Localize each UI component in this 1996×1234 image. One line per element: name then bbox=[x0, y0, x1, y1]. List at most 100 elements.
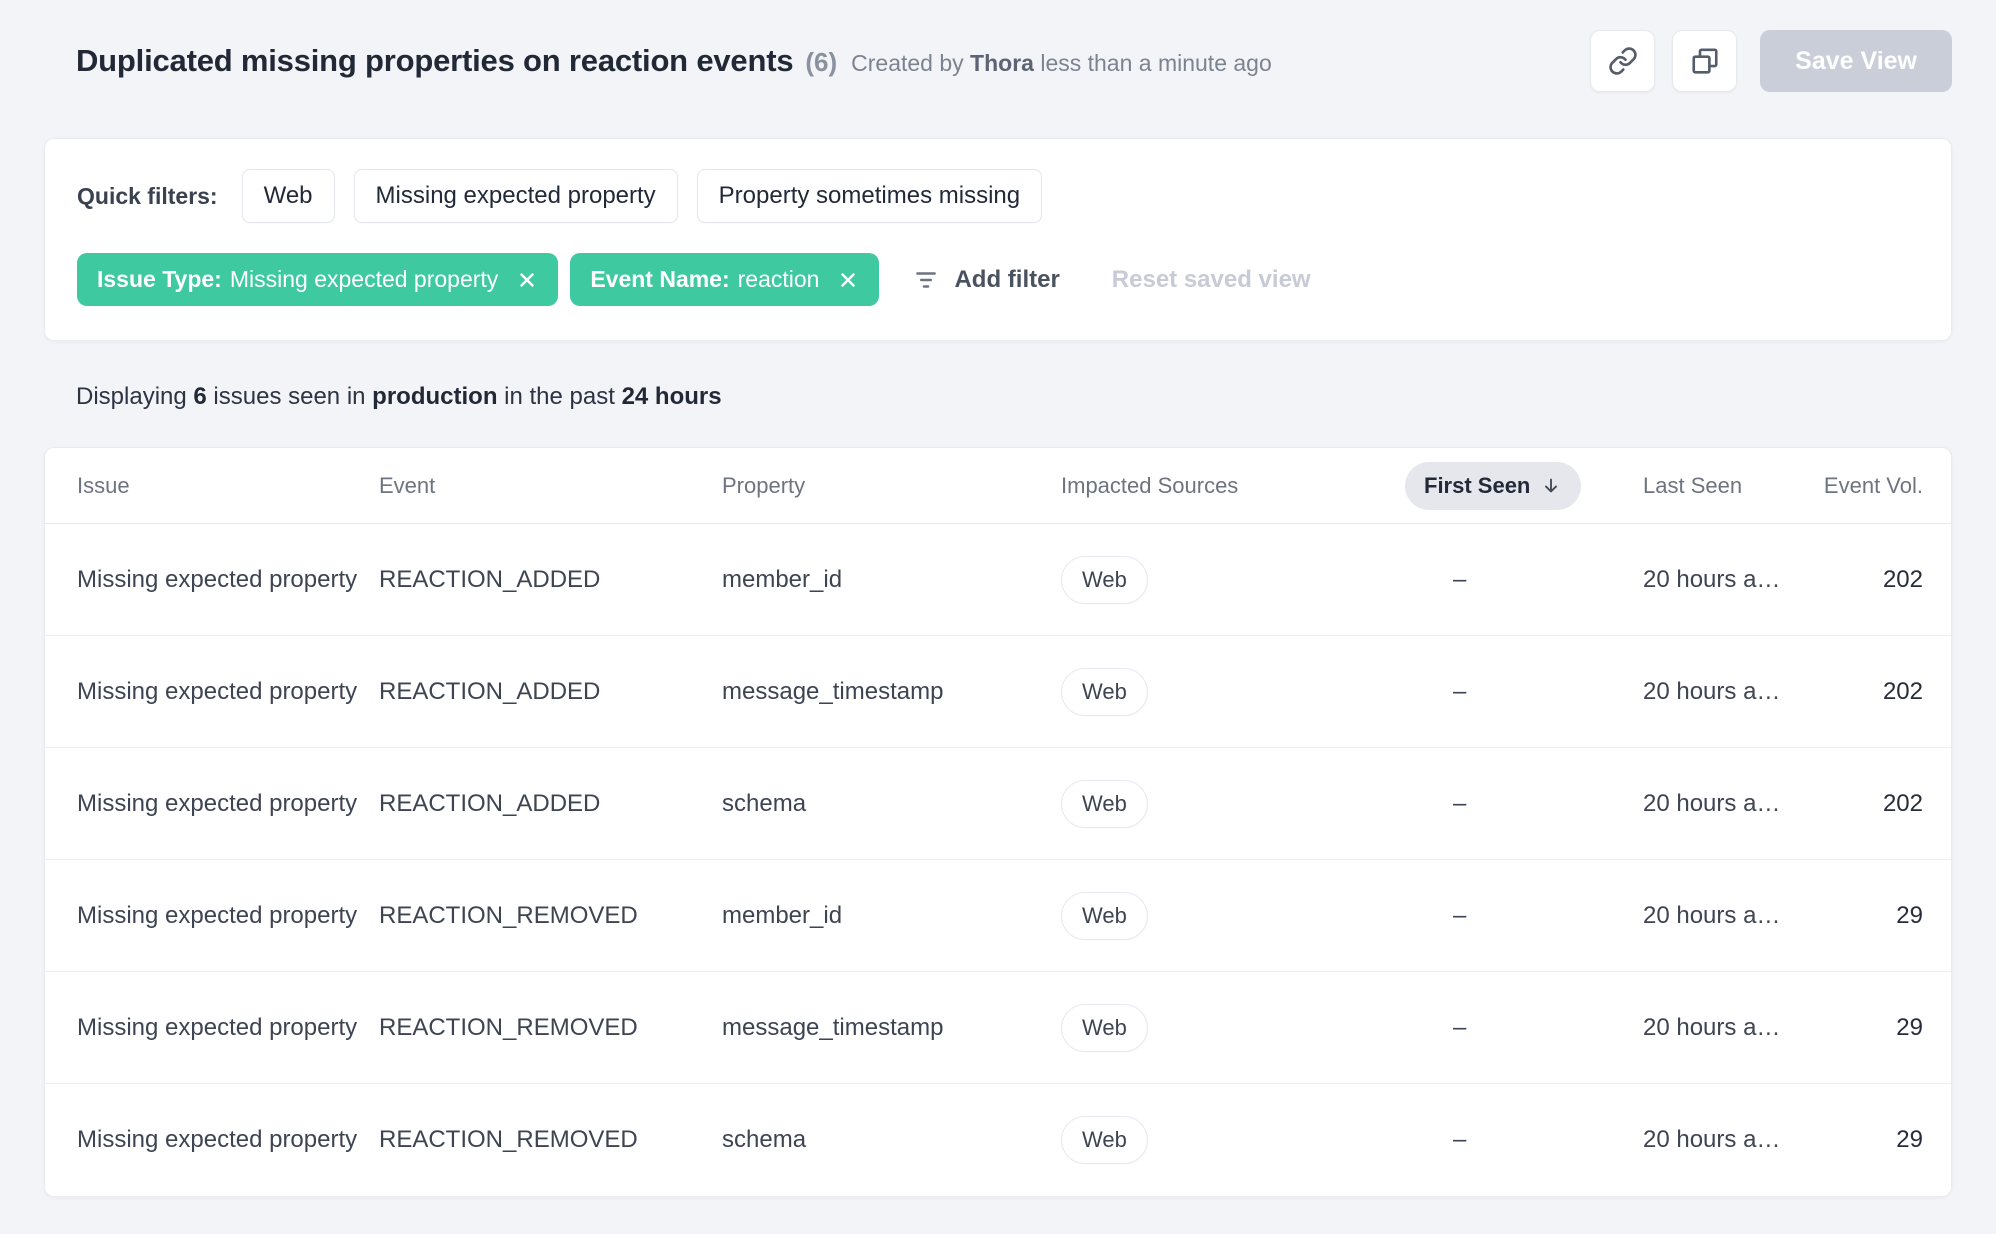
active-filters-row: Issue Type: Missing expected property Ev… bbox=[77, 253, 1919, 306]
byline-suffix: less than a minute ago bbox=[1033, 50, 1272, 76]
cell-last-seen: 20 hours a… bbox=[1643, 901, 1781, 929]
cell-property: schema bbox=[722, 1126, 807, 1153]
link-icon bbox=[1608, 46, 1638, 76]
filter-pill-issue-type[interactable]: Issue Type: Missing expected property bbox=[77, 253, 559, 306]
table-row[interactable]: Missing expected property REACTION_REMOV… bbox=[45, 972, 1951, 1084]
cell-event-vol: 202 bbox=[1882, 789, 1923, 817]
filter-pill-value: Missing expected property bbox=[229, 266, 499, 292]
source-badge: Web bbox=[1061, 1003, 1148, 1052]
cell-property: message_timestamp bbox=[722, 677, 944, 705]
filters-card: Quick filters: Web Missing expected prop… bbox=[44, 138, 1952, 341]
add-filter-button[interactable]: Add filter bbox=[913, 265, 1060, 294]
cell-sources: Web bbox=[1061, 891, 1393, 940]
page-header: Duplicated missing properties on reactio… bbox=[44, 28, 1952, 94]
quick-filters-label: Quick filters: bbox=[77, 182, 218, 209]
cell-issue: Missing expected property bbox=[77, 565, 358, 593]
source-badge: Web bbox=[1061, 667, 1148, 716]
cell-first-seen: – bbox=[1453, 901, 1467, 929]
summary-environment: production bbox=[372, 383, 498, 410]
table-row[interactable]: Missing expected property REACTION_ADDED… bbox=[45, 524, 1951, 636]
issues-view-page: Duplicated missing properties on reactio… bbox=[0, 0, 1996, 1197]
cell-sources: Web bbox=[1061, 1003, 1393, 1052]
filter-pill-event-name[interactable]: Event Name: reaction bbox=[570, 253, 880, 306]
cell-last-seen: 20 hours a… bbox=[1643, 1013, 1781, 1041]
cell-issue: Missing expected property bbox=[77, 1126, 358, 1153]
cell-property: schema bbox=[722, 789, 807, 817]
cell-sources: Web bbox=[1061, 667, 1393, 716]
quick-filter-web[interactable]: Web bbox=[241, 169, 335, 223]
cell-first-seen: – bbox=[1453, 1126, 1467, 1153]
source-badge: Web bbox=[1061, 779, 1148, 828]
cell-event-vol: 202 bbox=[1882, 677, 1923, 705]
cell-issue: Missing expected property bbox=[77, 1013, 358, 1041]
cell-last-seen: 20 hours a… bbox=[1643, 789, 1781, 817]
cell-event: REACTION_REMOVED bbox=[379, 901, 638, 929]
table-row[interactable]: Missing expected property REACTION_REMOV… bbox=[45, 860, 1951, 972]
add-filter-label: Add filter bbox=[954, 265, 1060, 293]
cell-event-vol: 202 bbox=[1882, 565, 1923, 593]
column-header-event[interactable]: Event bbox=[379, 473, 722, 499]
filter-pill-label: Issue Type: bbox=[97, 266, 222, 292]
column-header-event-vol[interactable]: Event Vol. bbox=[1795, 473, 1923, 499]
cell-first-seen: – bbox=[1453, 677, 1467, 705]
cell-sources: Web bbox=[1061, 779, 1393, 828]
first-seen-sort-button[interactable]: First Seen bbox=[1405, 461, 1582, 510]
quick-filters-row: Quick filters: Web Missing expected prop… bbox=[77, 169, 1919, 223]
save-view-button[interactable]: Save View bbox=[1760, 30, 1952, 92]
column-header-issue[interactable]: Issue bbox=[77, 473, 379, 499]
table-header-row: Issue Event Property Impacted Sources Fi… bbox=[45, 448, 1951, 524]
reset-saved-view-button[interactable]: Reset saved view bbox=[1112, 266, 1311, 294]
results-summary: Displaying 6 issues seen in production i… bbox=[76, 383, 722, 410]
column-header-property[interactable]: Property bbox=[722, 473, 1061, 499]
share-link-button[interactable] bbox=[1590, 30, 1656, 92]
cell-event: REACTION_REMOVED bbox=[379, 1126, 638, 1153]
filter-pill-value: reaction bbox=[737, 266, 820, 292]
cell-last-seen: 20 hours a… bbox=[1643, 677, 1781, 705]
filter-pill-label: Event Name: bbox=[590, 266, 730, 292]
source-badge: Web bbox=[1061, 555, 1148, 604]
source-badge: Web bbox=[1061, 1116, 1148, 1164]
page-title: Duplicated missing properties on reactio… bbox=[76, 43, 794, 78]
cell-event: REACTION_ADDED bbox=[379, 677, 601, 705]
cell-property: member_id bbox=[722, 565, 843, 593]
cell-first-seen: – bbox=[1453, 789, 1467, 817]
cell-issue: Missing expected property bbox=[77, 789, 358, 817]
summary-count: 6 bbox=[193, 383, 207, 410]
quick-filter-property-sometimes-missing[interactable]: Property sometimes missing bbox=[696, 169, 1043, 223]
cell-event: REACTION_ADDED bbox=[379, 565, 601, 593]
table-row[interactable]: Missing expected property REACTION_ADDED… bbox=[45, 636, 1951, 748]
byline-author: Thora bbox=[970, 50, 1034, 76]
arrow-down-icon bbox=[1540, 475, 1562, 497]
copy-view-button[interactable] bbox=[1672, 30, 1738, 92]
cell-issue: Missing expected property bbox=[77, 901, 358, 929]
quick-filter-missing-expected-property[interactable]: Missing expected property bbox=[353, 169, 678, 223]
cell-last-seen: 20 hours a… bbox=[1643, 565, 1781, 593]
table-row[interactable]: Missing expected property REACTION_REMOV… bbox=[45, 1084, 1951, 1196]
column-header-impacted-sources[interactable]: Impacted Sources bbox=[1061, 473, 1393, 499]
issue-count-badge: (6) bbox=[805, 47, 838, 77]
cell-event: REACTION_ADDED bbox=[379, 789, 601, 817]
cell-sources: Web bbox=[1061, 555, 1393, 604]
cell-first-seen: – bbox=[1453, 1013, 1467, 1041]
column-header-last-seen[interactable]: Last Seen bbox=[1599, 473, 1795, 499]
cell-sources: Web bbox=[1061, 1116, 1393, 1164]
cell-property: message_timestamp bbox=[722, 1013, 944, 1041]
close-icon[interactable] bbox=[516, 269, 538, 291]
table-row[interactable]: Missing expected property REACTION_ADDED… bbox=[45, 748, 1951, 860]
cell-last-seen: 20 hours a… bbox=[1643, 1126, 1781, 1153]
byline-prefix: Created by bbox=[851, 50, 971, 76]
cell-event-vol: 29 bbox=[1896, 1013, 1923, 1041]
cell-event-vol: 29 bbox=[1896, 1126, 1923, 1153]
cell-issue: Missing expected property bbox=[77, 677, 358, 705]
close-icon[interactable] bbox=[837, 269, 859, 291]
summary-time-range: 24 hours bbox=[621, 383, 722, 410]
cell-first-seen: – bbox=[1453, 565, 1467, 593]
column-header-first-seen: First Seen bbox=[1393, 461, 1599, 510]
cell-event-vol: 29 bbox=[1896, 901, 1923, 929]
source-badge: Web bbox=[1061, 891, 1148, 940]
issues-table: Issue Event Property Impacted Sources Fi… bbox=[44, 447, 1952, 1197]
byline: Created by Thora less than a minute ago bbox=[851, 50, 1272, 77]
cell-event: REACTION_REMOVED bbox=[379, 1013, 638, 1041]
header-actions: Save View bbox=[1590, 30, 1952, 92]
cell-property: member_id bbox=[722, 901, 843, 929]
